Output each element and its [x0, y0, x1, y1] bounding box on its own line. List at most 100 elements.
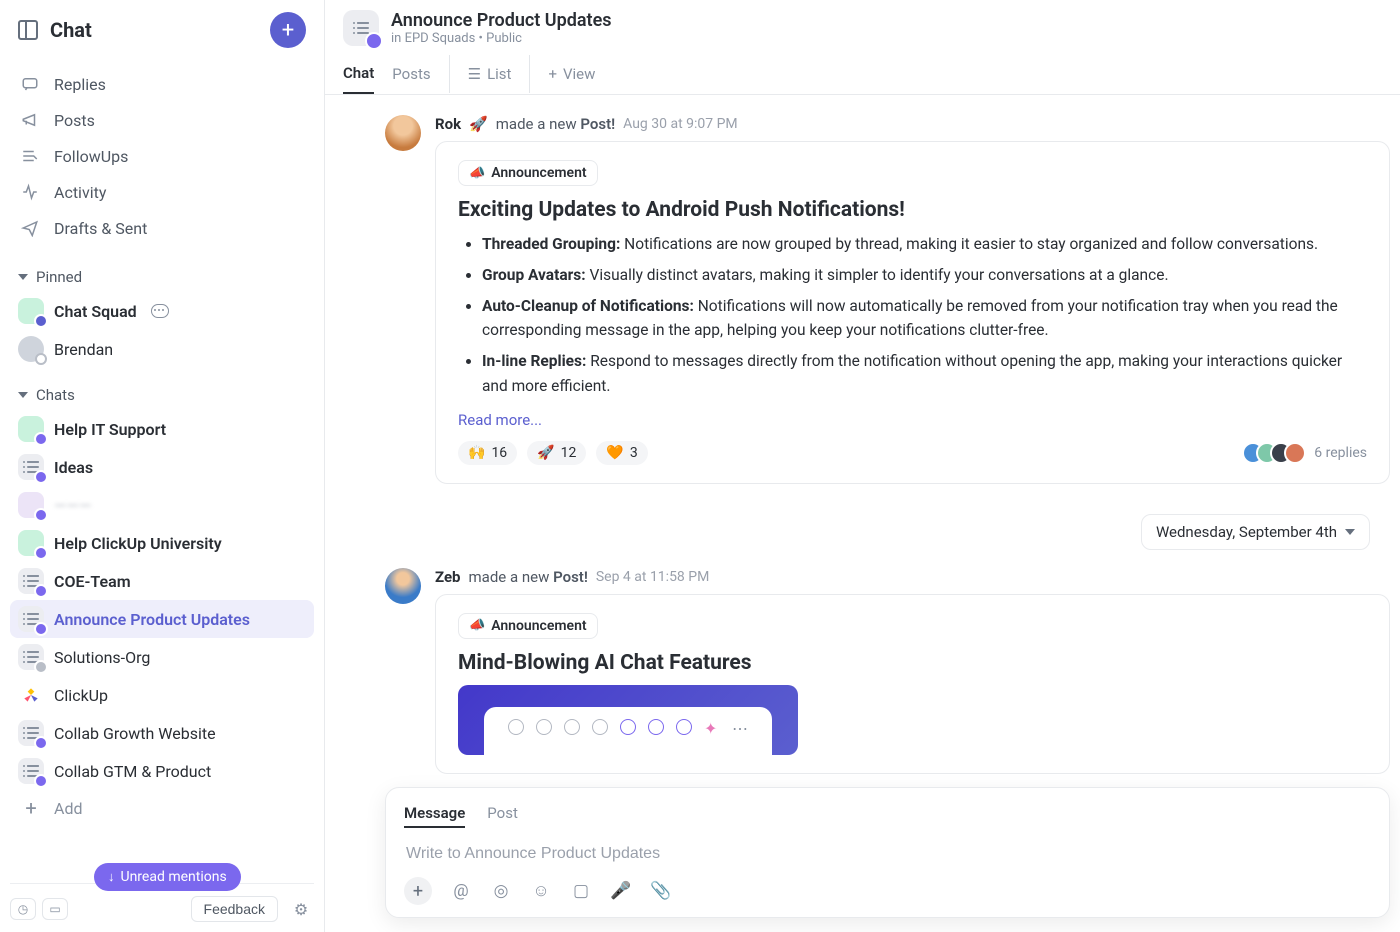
- video-preview[interactable]: ✦ ⋯: [458, 685, 798, 755]
- mention-person-icon[interactable]: ◎: [490, 880, 512, 902]
- toolbar-icon: [620, 719, 636, 735]
- list-icon: ☰: [468, 65, 481, 83]
- attach-button[interactable]: +: [404, 877, 432, 905]
- sidebar-header: Chat +: [0, 0, 324, 60]
- layout-icon[interactable]: ▭: [42, 898, 68, 920]
- avatar[interactable]: [385, 568, 421, 604]
- date-pill[interactable]: Wednesday, September 4th: [1141, 514, 1370, 550]
- chat-help-it[interactable]: Help IT Support: [10, 410, 314, 448]
- activity-icon: [20, 182, 40, 202]
- post-action: made a new Post!: [496, 115, 615, 133]
- channel-icon: [343, 10, 379, 46]
- nav-replies[interactable]: Replies: [10, 66, 314, 102]
- replies-indicator[interactable]: 6 replies: [1242, 442, 1367, 464]
- channel-title: Announce Product Updates: [391, 10, 612, 31]
- post-bullets: Threaded Grouping: Notifications are now…: [458, 232, 1367, 399]
- feedback-button[interactable]: Feedback: [191, 896, 278, 922]
- chat-clickup[interactable]: ClickUp: [10, 676, 314, 714]
- clickup-logo-icon: [18, 682, 44, 708]
- post-card[interactable]: Announcement Exciting Updates to Android…: [435, 141, 1390, 484]
- unread-mentions-pill[interactable]: Unread mentions: [94, 863, 241, 891]
- post-title: Exciting Updates to Android Push Notific…: [458, 198, 1367, 222]
- reaction[interactable]: 🚀12: [527, 441, 586, 465]
- toolbar-icon: [676, 719, 692, 735]
- post-zeb: Zeb made a new Post! Sep 4 at 11:58 PM A…: [325, 568, 1400, 787]
- tab-posts[interactable]: Posts: [392, 55, 430, 93]
- tab-list[interactable]: ☰List: [449, 55, 512, 93]
- main-content: Announce Product Updates in EPD Squads •…: [325, 0, 1400, 932]
- reaction[interactable]: 🧡3: [596, 441, 647, 465]
- chat-icon: [18, 298, 44, 324]
- toolbar-icon: [592, 719, 608, 735]
- chat-coe-team[interactable]: COE-Team: [10, 562, 314, 600]
- new-chat-button[interactable]: +: [270, 12, 306, 48]
- plus-icon: +: [548, 65, 557, 83]
- composer-tab-message[interactable]: Message: [404, 800, 465, 828]
- toolbar-icon: [564, 719, 580, 735]
- nav-drafts[interactable]: Drafts & Sent: [10, 210, 314, 246]
- mention-icon[interactable]: @: [450, 880, 472, 902]
- reply-icon: [20, 74, 40, 94]
- post-action: made a new Post!: [469, 568, 588, 586]
- post-title: Mind-Blowing AI Chat Features: [458, 651, 1367, 675]
- chat-collab-gtm[interactable]: Collab GTM & Product: [10, 752, 314, 790]
- author-name[interactable]: Rok: [435, 115, 461, 133]
- chevron-down-icon: [18, 392, 28, 398]
- timestamp: Aug 30 at 9:07 PM: [623, 116, 738, 132]
- read-more-link[interactable]: Read more...: [458, 411, 542, 429]
- chat-collab-growth[interactable]: Collab Growth Website: [10, 714, 314, 752]
- chat-help-university[interactable]: Help ClickUp University: [10, 524, 314, 562]
- send-icon: [20, 218, 40, 238]
- toolbar-icon: [508, 719, 524, 735]
- chats-header[interactable]: Chats: [10, 380, 314, 410]
- chat-redacted[interactable]: ———: [10, 486, 314, 524]
- megaphone-icon: [20, 110, 40, 130]
- chevron-down-icon: [18, 274, 28, 280]
- tab-chat[interactable]: Chat: [343, 54, 374, 94]
- composer-tab-post[interactable]: Post: [487, 800, 518, 828]
- date-separator: Wednesday, September 4th: [325, 514, 1400, 568]
- post-card[interactable]: Announcement Mind-Blowing AI Chat Featur…: [435, 594, 1390, 774]
- tab-add-view[interactable]: +View: [529, 55, 595, 93]
- attachment-icon[interactable]: 📎: [650, 880, 672, 902]
- main-header: Announce Product Updates in EPD Squads •…: [325, 0, 1400, 95]
- nav-activity[interactable]: Activity: [10, 174, 314, 210]
- more-icon: ⋯: [732, 719, 748, 738]
- rocket-icon: 🚀: [469, 115, 488, 133]
- sidebar-nav: Replies Posts FollowUps Activity Drafts …: [0, 60, 324, 252]
- toolbar-icon: [648, 719, 664, 735]
- message-composer: Message Post + @ ◎ ☺ ▢ 🎤 📎: [385, 787, 1390, 918]
- chat-ideas[interactable]: Ideas: [10, 448, 314, 486]
- announcement-badge: Announcement: [458, 613, 598, 639]
- announcement-badge: Announcement: [458, 160, 598, 186]
- timestamp: Sep 4 at 11:58 PM: [596, 569, 709, 585]
- emoji-icon[interactable]: ☺: [530, 880, 552, 902]
- sidebar-title: Chat: [50, 18, 92, 42]
- avatar[interactable]: [385, 115, 421, 151]
- mic-icon[interactable]: 🎤: [610, 880, 632, 902]
- post-rok: Rok 🚀 made a new Post! Aug 30 at 9:07 PM…: [325, 115, 1400, 514]
- panel-toggle-icon[interactable]: [18, 20, 38, 40]
- sparkle-icon: ✦: [704, 719, 720, 735]
- toolbar-icon: [536, 719, 552, 735]
- nav-posts[interactable]: Posts: [10, 102, 314, 138]
- pinned-brendan[interactable]: Brendan: [10, 330, 314, 368]
- settings-icon[interactable]: ⚙: [288, 896, 314, 922]
- pinned-chat-squad[interactable]: Chat Squad: [10, 292, 314, 330]
- typing-icon: [151, 304, 169, 318]
- reaction[interactable]: 🙌16: [458, 441, 517, 465]
- author-name[interactable]: Zeb: [435, 568, 461, 586]
- message-input[interactable]: [404, 839, 1371, 877]
- chevron-down-icon: [1345, 529, 1355, 535]
- chat-solutions-org[interactable]: Solutions-Org: [10, 638, 314, 676]
- pinned-header[interactable]: Pinned: [10, 262, 314, 292]
- nav-followups[interactable]: FollowUps: [10, 138, 314, 174]
- sidebar: Chat + Replies Posts FollowUps Activity: [0, 0, 325, 932]
- video-icon[interactable]: ▢: [570, 880, 592, 902]
- add-chat[interactable]: +Add: [10, 790, 314, 826]
- channel-subtitle: in EPD Squads • Public: [391, 31, 612, 46]
- chat-announce-product[interactable]: Announce Product Updates: [10, 600, 314, 638]
- followups-icon: [20, 146, 40, 166]
- message-feed: Rok 🚀 made a new Post! Aug 30 at 9:07 PM…: [325, 95, 1400, 787]
- clock-icon[interactable]: ◷: [10, 898, 36, 920]
